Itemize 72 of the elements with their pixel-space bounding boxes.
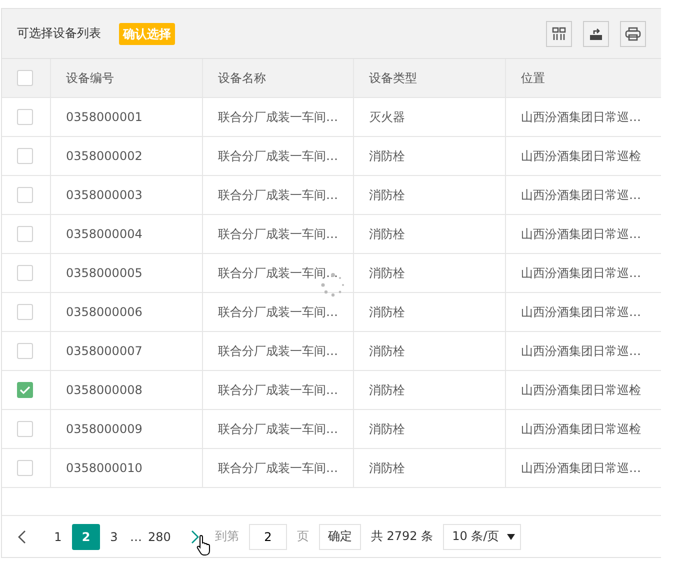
table-cell: 消防栓 [369, 460, 405, 476]
column-header: 设备名称 [218, 70, 266, 86]
checkbox[interactable] [17, 148, 33, 164]
table-cell: 联合分厂成装一车间… [218, 460, 338, 476]
table-cell: 0358000002 [66, 149, 142, 163]
page-button[interactable]: 280 [144, 524, 175, 550]
checkbox[interactable] [17, 70, 33, 86]
table-cell: 0358000001 [66, 110, 142, 124]
table-cell: 联合分厂成装一车间… [218, 108, 338, 126]
table-cell: 消防栓 [369, 264, 405, 282]
table-cell: 联合分厂成装一车间… [218, 304, 338, 320]
checkbox[interactable] [17, 460, 33, 476]
table-cell: 山西汾酒集团日常巡… [521, 460, 641, 476]
checkbox[interactable] [17, 265, 33, 281]
checkbox[interactable] [17, 304, 33, 320]
checkbox[interactable] [17, 421, 33, 437]
table-cell: 消防栓 [369, 420, 405, 438]
checkbox[interactable] [17, 187, 33, 203]
table-cell: 山西汾酒集团日常巡… [521, 186, 641, 204]
table-cell: 消防栓 [369, 226, 405, 242]
page-button[interactable]: 1 [44, 524, 72, 550]
table-cell: 山西汾酒集团日常巡检 [521, 420, 641, 438]
page-input[interactable]: 2 [248, 524, 287, 550]
table-cell: 联合分厂成装一车间… [218, 186, 338, 204]
table-cell: 消防栓 [369, 382, 405, 398]
table-cell: 联合分厂成装一车间… [218, 226, 338, 242]
table-cell: 山西汾酒集团日常巡检 [521, 148, 641, 164]
table-cell: 消防栓 [369, 148, 405, 164]
table-cell: 山西汾酒集团日常巡… [521, 342, 641, 360]
goto-label: 到第 [214, 528, 239, 545]
table-cell: 山西汾酒集团日常巡检 [521, 382, 641, 398]
table-cell: 联合分厂成装一车间… [218, 148, 338, 164]
table-cell: 山西汾酒集团日常巡… [521, 304, 641, 320]
table-cell: 联合分厂成装一车间… [218, 382, 338, 398]
table-cell: 0358000006 [66, 305, 142, 319]
page-size-select[interactable]: 10 条/页 [443, 524, 522, 550]
table-cell: 联合分厂成装一车间… [218, 420, 338, 438]
total-count: 共 2792 条 [370, 528, 434, 545]
go-button[interactable]: 确定 [318, 524, 361, 550]
table-cell: 0358000004 [66, 227, 142, 241]
columns-icon[interactable] [546, 20, 572, 46]
table-cell: 联合分厂成装一车间… [218, 342, 338, 360]
column-header: 设备编号 [66, 70, 114, 86]
check-icon [19, 385, 31, 395]
table-cell: 灭火器 [369, 108, 405, 126]
table-cell: 0358000009 [66, 422, 142, 436]
caret-down-icon [507, 534, 516, 540]
checkbox[interactable] [17, 226, 33, 242]
checkbox[interactable] [17, 382, 33, 398]
export-icon[interactable] [583, 20, 609, 46]
table-cell: 山西汾酒集团日常巡… [521, 108, 641, 126]
table-cell: 0358000008 [66, 383, 142, 397]
checkbox[interactable] [17, 343, 33, 359]
table-cell: 消防栓 [369, 186, 405, 204]
table-cell: 0358000005 [66, 266, 142, 280]
table-cell: 消防栓 [369, 304, 405, 320]
table-cell: 山西汾酒集团日常巡… [521, 264, 641, 282]
table-cell: 消防栓 [369, 342, 405, 360]
table-cell: 0358000010 [66, 461, 142, 475]
page-label: 页 [296, 528, 309, 545]
print-icon[interactable] [620, 20, 646, 46]
page-ellipsis: … [130, 530, 142, 544]
table-cell: 0358000003 [66, 188, 142, 202]
page-button[interactable]: 3 [100, 524, 128, 550]
page-button[interactable]: 2 [72, 524, 100, 550]
table-cell: 0358000007 [66, 344, 142, 358]
table-cell: 山西汾酒集团日常巡… [521, 226, 641, 242]
checkbox[interactable] [17, 109, 33, 125]
hand-cursor-icon [196, 534, 212, 556]
column-header: 设备类型 [369, 70, 417, 86]
panel-title: 可选择设备列表 [17, 25, 101, 42]
column-header: 位置 [521, 70, 545, 86]
